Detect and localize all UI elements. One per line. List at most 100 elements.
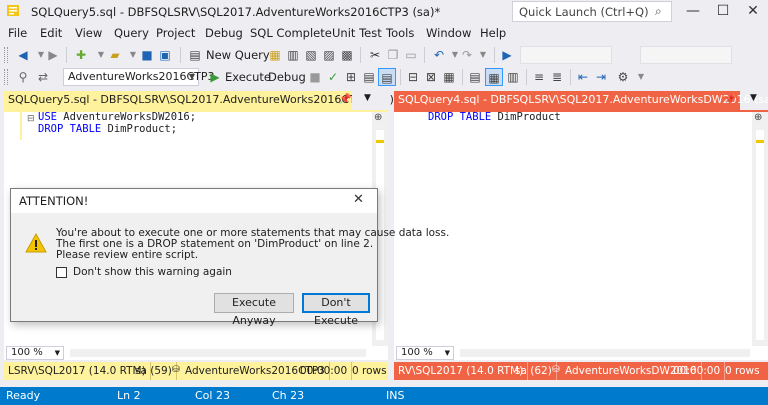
dialog-message: You're about to execute one or more stat… [56,228,449,261]
actual-plan-icon[interactable]: ⊟ [404,68,422,86]
attention-dialog: ATTENTION! ✕ You're about to execute one… [10,188,449,327]
pin-icon[interactable]: 📌 [339,94,351,105]
tab-list-icon[interactable]: ▼ [750,93,757,103]
menu-debug[interactable]: Debug [205,24,243,44]
chevron-down-icon[interactable]: ▼ [474,46,492,64]
status-char: Ch 23 [272,389,305,402]
execute-anyway-button[interactable]: Execute Anyway [214,293,294,327]
new-project-icon[interactable]: ✚ [72,46,90,64]
decrease-indent-icon[interactable]: ⇤ [574,68,592,86]
menu-tools[interactable]: Tools [386,24,414,44]
tab-strip-spacer: ▼ [740,91,768,110]
toolbar-grip[interactable] [4,47,8,63]
new-query-button[interactable]: New Query [206,46,270,64]
menu-file[interactable]: File [8,24,27,44]
results-to-grid-icon[interactable]: ▦ [485,68,503,86]
live-stats-icon[interactable]: ⊠ [422,68,440,86]
parse-icon[interactable]: ✓ [324,68,342,86]
start-icon[interactable]: ▶ [498,46,516,64]
change-connection-icon[interactable]: ⇄ [34,68,52,86]
database-dropdown[interactable]: AdventureWorks2016CTP3 ▼ [63,68,215,86]
new-query-icon[interactable]: ▤ [186,46,204,64]
cut-icon[interactable]: ✂ [366,46,384,64]
vertical-scrollbar[interactable]: ⊕ [752,112,768,346]
minimize-button[interactable]: — [677,0,709,24]
cancel-query-icon[interactable]: ■ [306,68,324,86]
collapse-icon[interactable]: ⊟ [27,114,35,124]
scroll-thumb[interactable] [756,130,764,340]
horizontal-scrollbar[interactable] [460,349,750,357]
mdx-icon[interactable]: ▧ [302,46,320,64]
dialog-close-button[interactable]: ✕ [353,192,364,207]
dont-execute-button[interactable]: Don't Execute [302,293,370,327]
connect-icon[interactable]: ⚲ [14,68,32,86]
dmx-icon[interactable]: ▨ [320,46,338,64]
tab-strip-spacer: ▼ [352,91,390,110]
menu-window[interactable]: Window [426,24,471,44]
menu-query[interactable]: Query [114,24,149,44]
code-keyword: USE [38,111,57,123]
dont-show-checkbox[interactable] [56,267,67,278]
execute-button[interactable]: Execute [225,68,271,86]
code-line-2: DROP TABLE DimProduct; [38,123,177,136]
tab-list-icon[interactable]: ▼ [364,93,371,103]
comment-icon[interactable]: ≡ [530,68,548,86]
close-button[interactable]: ✕ [737,0,768,24]
specify-values-icon[interactable]: ⚙ [614,68,632,86]
zoom-value: 100 % [11,347,43,358]
increase-indent-icon[interactable]: ⇥ [592,68,610,86]
zoom-value: 100 % [401,347,433,358]
tab-sqlquery4[interactable]: SQLQuery4.sql - DBFSQLSRV\SQL2017.Advent… [394,91,768,110]
menu-project[interactable]: Project [156,24,195,44]
horizontal-scrollbar[interactable] [70,349,366,357]
code-text: DimProduct; [101,123,178,135]
copy-icon[interactable]: ❐ [384,46,402,64]
save-icon[interactable]: ■ [138,46,156,64]
toolbar-separator [570,69,571,85]
debug-button[interactable]: Debug [268,68,306,86]
toolbar-separator [494,47,495,63]
status-server: RV\SQL2017 (14.0 RTM) [394,362,529,380]
solution-platform-dropdown[interactable] [640,46,732,64]
xmla-icon[interactable]: ▩ [338,46,356,64]
paste-icon[interactable]: ▭ [402,46,420,64]
menu-sql-complete[interactable]: SQL Complete [250,24,332,44]
code-text: AdventureWorksDW2016; [56,111,197,123]
quick-launch-input[interactable]: Quick Launch (Ctrl+Q) [512,1,672,22]
menu-edit[interactable]: Edit [40,24,62,44]
results-to-text-icon[interactable]: ▤ [466,68,484,86]
save-all-icon[interactable]: ▣ [156,46,174,64]
forward-icon[interactable]: ▶ [44,46,62,64]
dialog-titlebar: ATTENTION! ✕ [11,189,377,213]
open-folder-icon[interactable]: ▰ [106,46,124,64]
menu-help[interactable]: Help [480,24,506,44]
solution-config-dropdown[interactable] [520,46,612,64]
pin-icon[interactable]: 📌 [724,94,736,105]
split-icon[interactable]: ⊕ [754,112,762,123]
execute-icon[interactable]: ▶ [206,68,224,86]
analysis-icon[interactable]: ▥ [284,46,302,64]
status-duration: 00:00:00 [669,362,726,380]
menu-view[interactable]: View [75,24,102,44]
status-user: sa (62) [511,362,557,380]
code-line-1: DROP TABLE DimProduct [428,111,561,124]
query-icon[interactable]: ▦ [266,46,284,64]
client-stats-icon[interactable]: ▦ [440,68,458,86]
estimated-plan-icon[interactable]: ⊞ [342,68,360,86]
status-bar: Ready Ln 2 Col 23 Ch 23 INS [0,387,768,405]
menu-unit-test[interactable]: Unit Test [332,24,382,44]
chevron-down-icon[interactable]: ▼ [632,68,650,86]
split-icon[interactable]: ⊕ [374,112,382,123]
back-icon[interactable]: ◀ [14,46,32,64]
query-options-icon[interactable]: ▤ [360,68,378,86]
code-text: DimProduct [491,111,561,123]
zoom-dropdown[interactable]: 100 % ▼ [6,346,64,360]
results-to-file-icon[interactable]: ▥ [504,68,522,86]
uncomment-icon[interactable]: ≣ [548,68,566,86]
right-editor[interactable]: DROP TABLE DimProduct ⊕ [394,111,768,346]
toolbar-grip[interactable] [4,69,8,85]
intellisense-icon[interactable]: ▤ [378,68,396,86]
zoom-dropdown[interactable]: 100 % ▼ [396,346,454,360]
tab-sqlquery5[interactable]: SQLQuery5.sql - DBFSQLSRV\SQL2017.Advent… [4,91,399,110]
maximize-button[interactable]: ☐ [707,0,739,24]
